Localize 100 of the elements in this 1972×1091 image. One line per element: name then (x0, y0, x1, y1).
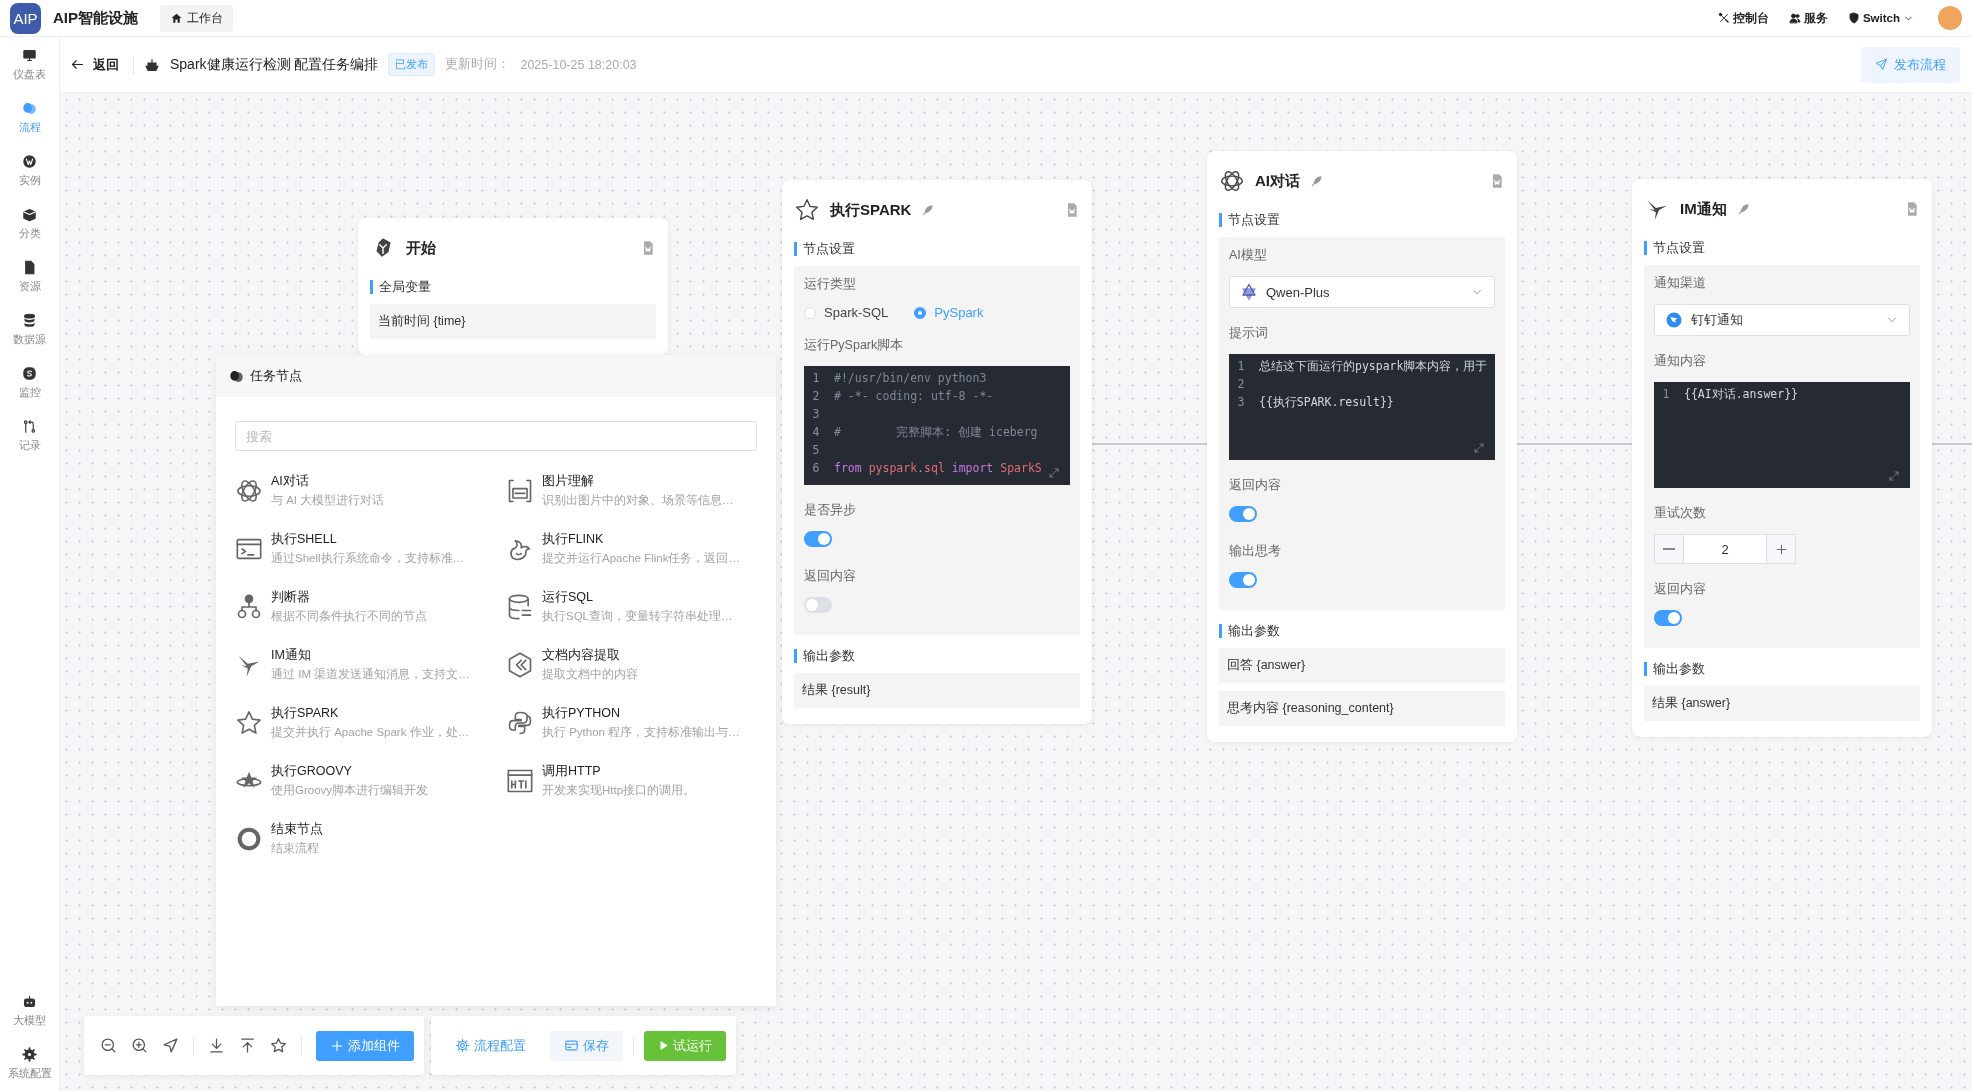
node-title: IM通知 (1680, 199, 1727, 219)
node-card[interactable]: 执行SPARK 节点设置 运行类型 Spark-SQL PySpark 运行PySpark脚本 1 #!/usr/bin/env python3 2 # -*- coding: utf-8 -*- 3 4 # 完整脚本: 创建 iceberg 5 6 from pyspark.sql import SparkS 是否异步 返回内容 输出参数 结果 {result} (782, 180, 1092, 724)
node-card[interactable]: 开始 全局变量 当前时间 {time} (358, 218, 668, 355)
workspace-tab[interactable]: 工作台 (160, 4, 233, 32)
expand-icon[interactable] (1473, 442, 1485, 454)
users-icon (1788, 12, 1801, 24)
search-field[interactable]: 搜索 (235, 421, 757, 451)
database-icon (506, 592, 534, 621)
toggle-switch[interactable] (1229, 572, 1257, 588)
code-line: {{AI对话.answer}} (1683, 386, 1798, 402)
sidebar-item[interactable]: 仪盘表 (13, 48, 46, 82)
node-option-description: 根据不同条件执行不同的节点 (271, 609, 427, 624)
database-icon (22, 313, 37, 328)
node-card[interactable]: AI对话 节点设置 AI模型 Qwen-Plus 提示词 1 总结这下面运行的pyspark脚本内容，用于 2 3 {{执行SPARK.result}} 返回内容 输出思考 输出参数 回答 {answer} 思考内容 {reasoning_content} (1207, 151, 1517, 742)
shield-icon (1847, 12, 1860, 24)
line-number: 1 (1236, 359, 1246, 373)
node-option-description: 执行 Python 程序，支持标准输出与… (542, 725, 740, 740)
output-param: 当前时间 {time} (370, 304, 656, 339)
plus-icon (1774, 542, 1788, 556)
number-input[interactable]: 2 (1684, 534, 1766, 564)
node-option-title[interactable]: 执行PYTHON (542, 705, 740, 722)
node-title: AI对话 (1255, 171, 1300, 191)
globe-icon (22, 154, 37, 169)
node-option-description: 提取文档中的内容 (542, 667, 638, 682)
node-option-description: 通过Shell执行系统命令，支持标准… (271, 551, 465, 566)
sidebar-item[interactable]: 资源 (18, 260, 41, 294)
app-title: AIP智能设施 (53, 8, 138, 28)
line-number: 3 (811, 407, 821, 421)
sidebar-item[interactable]: 大模型 (13, 994, 46, 1028)
header-action[interactable]: 服务 (1784, 10, 1832, 26)
node-option-description: 通过 IM 渠道发送通知消息，支持文… (271, 667, 470, 682)
radio-option[interactable]: Spark-SQL (804, 305, 889, 320)
output-param: 思考内容 {reasoning_content} (1219, 691, 1505, 726)
node-option-description: 识别出图片中的对象、场景等信息… (542, 493, 734, 508)
back-button[interactable]: 返回 (70, 55, 134, 74)
play-icon (658, 1040, 669, 1051)
node-option-title[interactable]: AI对话 (271, 473, 385, 490)
sidebar-item[interactable]: 数据源 (13, 313, 46, 347)
sidebar-item[interactable]: 记录 (18, 419, 41, 453)
header-action[interactable]: 控制台 (1713, 10, 1773, 26)
connector-line (1932, 443, 1972, 445)
field-label: 运行PySpark脚本 (804, 337, 905, 354)
star-icon (235, 708, 263, 737)
node-title: 执行SPARK (830, 200, 912, 220)
field-label: 返回内容 (1654, 581, 1707, 598)
robot-icon (22, 994, 37, 1009)
toggle-switch[interactable] (804, 531, 832, 547)
sidebar-item[interactable]: 系统配置 (7, 1047, 52, 1081)
node-option-description: 提交并运行Apache Flink任务，返回… (542, 551, 740, 566)
node-option-description: 提交并执行 Apache Spark 作业，处… (271, 725, 470, 740)
code-editor[interactable]: 1 #!/usr/bin/env python3 2 # -*- coding: utf-8 -*- 3 4 # 完整脚本: 创建 iceberg 5 6 from pyspark.sql import SparkS (804, 366, 1070, 485)
node-option-title[interactable]: 结束节点 (271, 821, 323, 838)
toggle-switch[interactable] (804, 597, 832, 613)
node-option-title[interactable]: 执行SHELL (271, 531, 465, 548)
code-editor[interactable]: 1 {{AI对话.answer}} (1654, 382, 1910, 488)
node-option-description: 结束流程 (271, 841, 320, 856)
toggle-switch[interactable] (1654, 610, 1682, 626)
node-option-title[interactable]: 执行SPARK (271, 705, 470, 722)
tree-icon (235, 592, 263, 621)
node-option-title[interactable]: 执行FLINK (542, 531, 740, 548)
feather-icon[interactable] (921, 203, 936, 217)
section-title: 输出参数 (794, 649, 1080, 663)
node-card[interactable]: IM通知 节点设置 通知渠道 钉钉通知 通知内容 1 {{AI对话.answer}} 重试次数 2 返回内容 输出参数 结果 {answer} (1632, 179, 1932, 737)
sidebar-item[interactable]: 实例 (18, 154, 41, 188)
knot-icon (1219, 168, 1245, 194)
node-option-title[interactable]: IM通知 (271, 647, 470, 664)
header-action[interactable]: Switch (1843, 12, 1918, 24)
node-title: 开始 (406, 238, 436, 258)
avatar[interactable] (1938, 6, 1962, 30)
expand-icon[interactable] (1048, 467, 1060, 479)
sidebar-item[interactable]: 分类 (18, 207, 41, 241)
node-option-description: 执行SQL查询，变量转字符串处理… (542, 609, 733, 624)
expand-icon[interactable] (1888, 470, 1900, 482)
node-option-title[interactable]: 判断器 (271, 589, 427, 606)
field-label: AI模型 (1229, 247, 1268, 264)
field-label: 提示词 (1229, 325, 1269, 342)
field-label: 通知渠道 (1654, 275, 1707, 292)
panel-title: 任务节点 (250, 367, 302, 385)
feather-icon[interactable] (1736, 202, 1751, 216)
node-option-title[interactable]: 文档内容提取 (542, 647, 638, 664)
node-option-title[interactable]: 调用HTTP (542, 763, 696, 780)
field-label: 返回内容 (1229, 477, 1282, 494)
select-field[interactable]: 钉钉通知 (1654, 304, 1910, 336)
node-option-title[interactable]: 图片理解 (542, 473, 734, 490)
code-line: {{执行SPARK.result}} (1258, 394, 1394, 410)
status-badge: 已发布 (388, 53, 436, 76)
settings-icon (22, 1047, 37, 1062)
toggle-switch[interactable] (1229, 506, 1257, 522)
line-number: 2 (1236, 377, 1246, 391)
output-param: 结果 {result} (794, 673, 1080, 708)
select-field[interactable]: Qwen-Plus (1229, 276, 1495, 308)
decrement-button[interactable] (1654, 534, 1684, 564)
page-title: Spark健康运行检测 配置任务编排 (170, 55, 379, 74)
feather-icon[interactable] (1310, 174, 1324, 188)
node-option-title[interactable]: 运行SQL (542, 589, 733, 606)
sidebar-item[interactable]: 监控 (18, 366, 41, 400)
node-option-title[interactable]: 执行GROOVY (271, 763, 429, 780)
line-number: 1 (1661, 387, 1671, 401)
code-editor[interactable]: 1 总结这下面运行的pyspark脚本内容，用于 2 3 {{执行SPARK.result}} (1229, 354, 1495, 460)
node-option-description: 使用Groovy脚本进行编辑开发 (271, 783, 429, 798)
